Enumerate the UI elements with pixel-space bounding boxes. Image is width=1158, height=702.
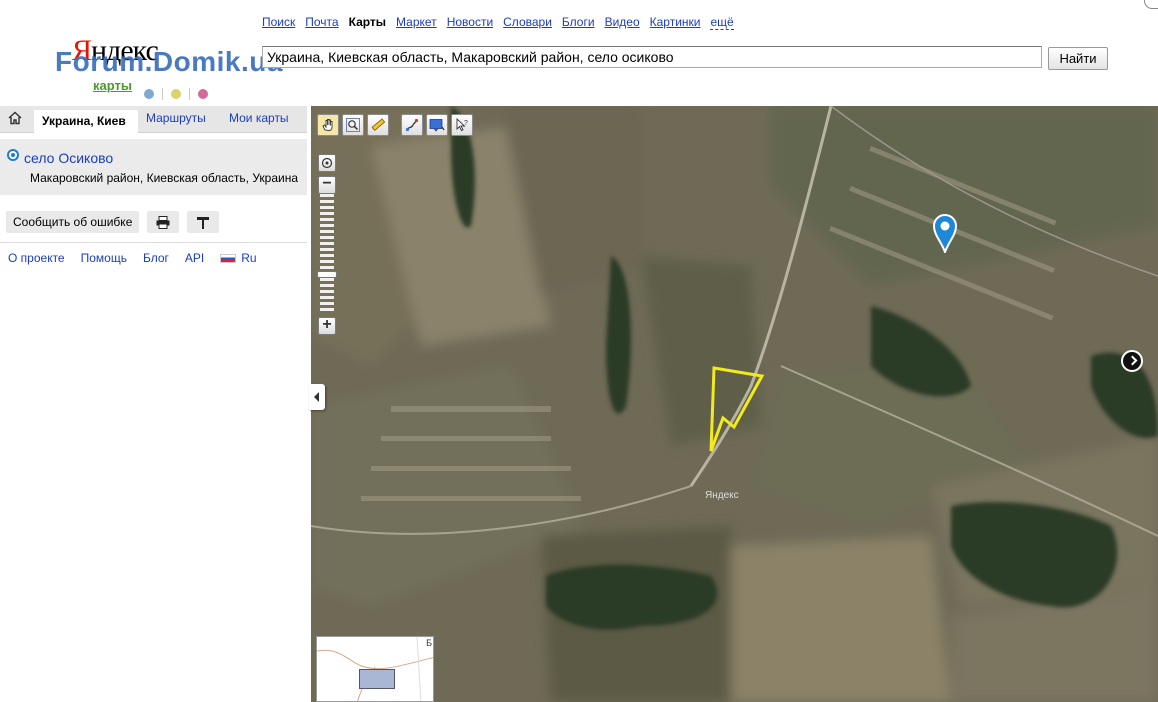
satellite-imagery [311, 106, 1158, 702]
tab-my-maps[interactable]: Мои карты [229, 111, 289, 125]
search-result-item[interactable]: село Осиково Макаровский район, Киевская… [0, 139, 307, 195]
nav-more[interactable]: ещё [710, 15, 734, 30]
window-corner [1144, 0, 1158, 9]
pointer-question-icon: ? [456, 118, 468, 132]
result-name[interactable]: село Осиково [24, 150, 113, 166]
print-button[interactable] [147, 211, 180, 233]
panel-footer: О проекте Помощь Блог API Ru [8, 251, 257, 265]
zoom-in-button[interactable]: + [318, 317, 336, 335]
russian-flag-icon [220, 253, 237, 263]
nav-blogs[interactable]: Блоги [562, 15, 595, 30]
layer-dots [144, 88, 208, 100]
language-switch[interactable]: Ru [220, 251, 257, 265]
map-marker-icon [429, 119, 445, 132]
find-button[interactable]: Найти [1048, 47, 1108, 70]
minimap-viewport[interactable] [359, 669, 395, 689]
minimap-label: Б [426, 638, 432, 648]
signpost-button[interactable] [187, 211, 220, 233]
printer-icon [156, 215, 170, 229]
map-watermark-label: Яндекс [705, 490, 739, 501]
nav-video[interactable]: Видео [605, 15, 640, 30]
nav-mail[interactable]: Почта [305, 15, 338, 30]
hybrid-layer-dot[interactable] [198, 89, 208, 99]
route-icon [405, 118, 419, 132]
panel-tabs: Украина, Киев Маршруты Мои карты [0, 106, 307, 134]
signpost-icon [197, 216, 210, 229]
map-canvas[interactable] [311, 106, 1158, 702]
panel-divider [0, 242, 307, 243]
route-button[interactable] [401, 114, 423, 136]
zoom-scale[interactable] [320, 194, 334, 314]
nav-news[interactable]: Новости [447, 15, 493, 30]
forum-watermark: Forum.Domik.ua [55, 46, 283, 77]
nav-market[interactable]: Маркет [396, 15, 437, 30]
tab-routes[interactable]: Маршруты [146, 111, 206, 125]
satellite-layer-dot[interactable] [171, 89, 181, 99]
services-nav: Поиск Почта Карты Маркет Новости Словари… [262, 15, 734, 30]
result-radio[interactable] [7, 149, 19, 161]
language-label: Ru [241, 251, 257, 265]
search-input[interactable] [262, 46, 1042, 68]
nav-dictionaries[interactable]: Словари [503, 15, 552, 30]
footer-about-link[interactable]: О проекте [8, 251, 65, 265]
location-pin-icon[interactable] [932, 213, 958, 253]
zoom-out-button[interactable]: − [318, 176, 336, 194]
ruler-icon [371, 118, 385, 131]
ruler-button[interactable] [367, 114, 389, 136]
collapse-panel-button[interactable] [309, 384, 325, 410]
magnifier-icon [346, 118, 360, 132]
report-error-button[interactable]: Сообщить об ошибке [6, 211, 140, 233]
zoom-area-button[interactable] [342, 114, 364, 136]
map-toolbar: ? [317, 114, 473, 136]
zoom-control: − + [316, 154, 338, 336]
divider [162, 88, 163, 100]
locate-button[interactable] [318, 154, 336, 172]
footer-blog-link[interactable]: Блог [143, 251, 169, 265]
hand-icon [322, 119, 333, 131]
drag-tool-button[interactable] [317, 114, 339, 136]
tab-search-result[interactable]: Украина, Киев [34, 110, 138, 134]
next-arrow-button[interactable] [1121, 350, 1143, 372]
footer-api-link[interactable]: API [185, 251, 204, 265]
add-object-button[interactable] [426, 114, 448, 136]
map-layer-dot[interactable] [144, 89, 154, 99]
info-pointer-button[interactable]: ? [451, 114, 473, 136]
nav-maps-current: Карты [348, 15, 387, 29]
footer-help-link[interactable]: Помощь [81, 251, 127, 265]
nav-search[interactable]: Поиск [262, 15, 295, 30]
target-icon [321, 157, 333, 169]
overview-minimap[interactable]: Б [316, 636, 434, 702]
divider [189, 88, 190, 100]
panel-actions: Сообщить об ошибке [6, 211, 220, 233]
svg-text:?: ? [464, 120, 468, 127]
maps-service-link[interactable]: карты [93, 78, 132, 93]
home-icon[interactable] [8, 111, 22, 125]
result-address: Макаровский район, Киевская область, Укр… [30, 171, 299, 185]
zoom-slider-thumb[interactable] [317, 271, 337, 278]
nav-images[interactable]: Картинки [650, 15, 701, 30]
